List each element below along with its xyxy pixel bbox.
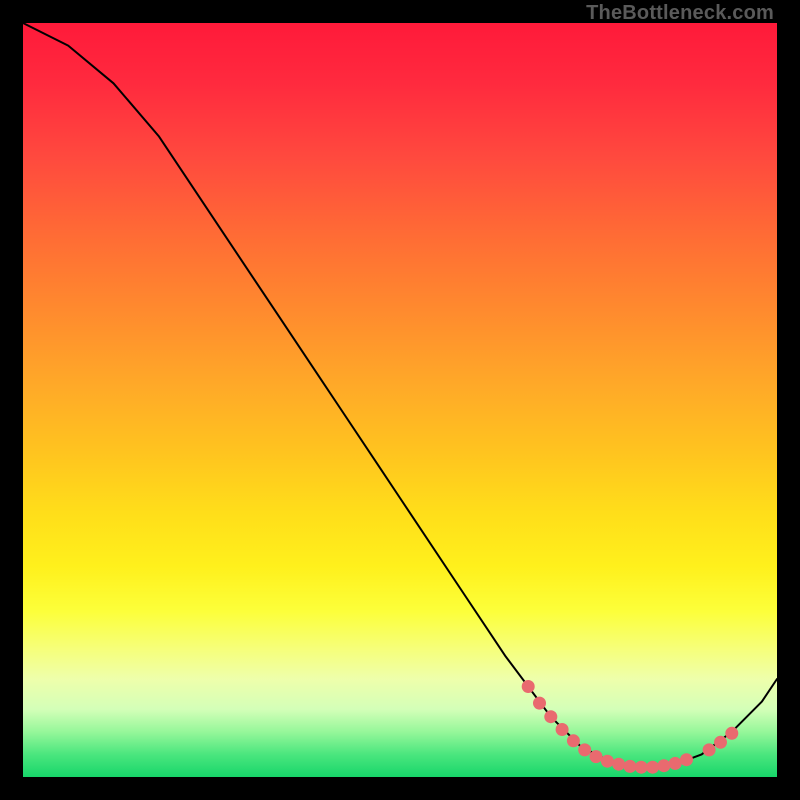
data-marker — [544, 710, 557, 723]
data-marker — [703, 743, 716, 756]
data-marker — [669, 757, 682, 770]
data-marker — [578, 743, 591, 756]
data-marker — [635, 761, 648, 774]
data-marker — [522, 680, 535, 693]
data-marker — [567, 734, 580, 747]
bottleneck-curve — [23, 23, 777, 768]
data-marker — [612, 758, 625, 771]
chart-svg — [23, 23, 777, 777]
data-marker — [646, 761, 659, 774]
data-marker — [556, 723, 569, 736]
plot-area — [23, 23, 777, 777]
data-marker — [680, 753, 693, 766]
chart-frame: TheBottleneck.com — [0, 0, 800, 800]
data-marker — [714, 736, 727, 749]
data-marker — [590, 750, 603, 763]
data-marker — [624, 760, 637, 773]
watermark-text: TheBottleneck.com — [586, 2, 774, 25]
data-marker — [533, 697, 546, 710]
data-marker — [601, 755, 614, 768]
data-marker — [657, 759, 670, 772]
data-marker — [725, 727, 738, 740]
marker-group — [522, 680, 739, 774]
